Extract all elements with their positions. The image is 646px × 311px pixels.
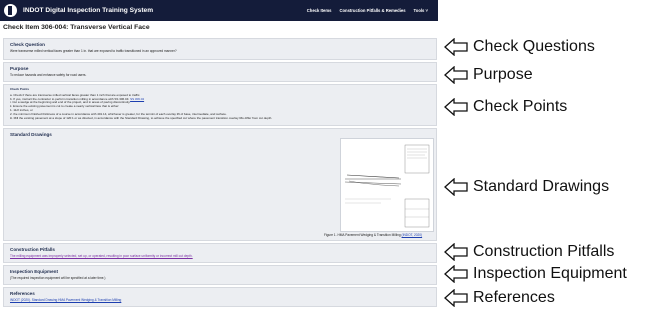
references-panel: References INDOT (2020). Standard Drawin… [3,287,437,307]
annotation-label: Inspection Equipment [473,265,627,282]
purpose-panel: Purpose To reduce hazards and enhance sa… [3,62,437,82]
annotation-check-questions: Check Questions [444,38,595,56]
inspection-equipment-title: Inspection Equipment [10,269,58,274]
drawing-caption-link[interactable]: (INDOT, 2020) [402,233,423,237]
standard-drawing-image[interactable] [340,138,434,232]
nav-construction-pitfalls[interactable]: Construction Pitfalls & Remedies [339,8,405,13]
annotation-references: References [444,289,555,307]
annotation-label: Purpose [473,66,533,83]
app-title[interactable]: INDOT Digital Inspection Training System [23,7,153,14]
left-arrow-icon [444,243,468,261]
nav-links: Check Items Construction Pitfalls & Reme… [307,8,428,13]
inspection-equipment-panel: Inspection Equipment (The required inspe… [3,265,437,285]
left-arrow-icon [444,178,468,196]
annotation-label: Check Points [473,98,568,115]
check-question-panel: Check Question Were transverse milled ve… [3,38,437,60]
standard-drawings-title: Standard Drawings [10,132,52,137]
purpose-text: To reduce hazards and enhance safety for… [10,73,87,77]
indot-logo-icon[interactable] [4,4,17,17]
annotation-label: References [473,289,555,306]
drawing-caption: Figure 1. HMA Pavement Wedging & Transit… [324,233,422,237]
check-question-title: Check Question [10,42,45,47]
left-arrow-icon [444,265,468,283]
nav-check-items[interactable]: Check Items [307,8,332,13]
check-point-item: iii. Mill the existing pavement at a slo… [10,115,273,120]
check-question-text: Were transverse milled vertical faces gr… [10,49,177,53]
annotation-purpose: Purpose [444,66,533,84]
annotation-inspection-equipment: Inspection Equipment [444,265,627,283]
construction-pitfalls-title: Construction Pitfalls [10,247,55,252]
check-points-title: Check Points [10,87,30,91]
references-title: References [10,291,35,296]
annotation-standard-drawings: Standard Drawings [444,178,609,196]
check-points-panel: Check Points a. Check if there are trans… [3,84,437,126]
left-arrow-icon [444,289,468,307]
left-arrow-icon [444,38,468,56]
purpose-title: Purpose [10,66,29,71]
left-arrow-icon [444,98,468,116]
drawing-caption-text: Figure 1. HMA Pavement Wedging & Transit… [324,233,401,237]
ss-306-04-link[interactable]: SS 306.04 [130,97,144,101]
inspection-equipment-text: (The required inspection equipment will … [10,276,106,280]
annotation-label: Standard Drawings [473,178,610,195]
annotation-construction-pitfalls: Construction Pitfalls [444,243,614,261]
construction-pitfalls-panel: Construction Pitfalls The milling equipm… [3,243,437,263]
top-nav-bar: INDOT Digital Inspection Training System… [0,0,438,21]
construction-pitfall-link[interactable]: The milling equipment was improperly sel… [10,254,430,258]
nav-tools-dropdown[interactable]: Tools ˅ [414,8,428,13]
annotation-label: Check Questions [473,38,595,55]
annotation-check-points: Check Points [444,98,567,116]
reference-link[interactable]: INDOT (2020). Standard Drawing HMA Pavem… [10,298,430,302]
left-arrow-icon [444,66,468,84]
page-title: Check Item 306-004: Transverse Vertical … [3,24,150,31]
annotation-label: Construction Pitfalls [473,243,615,260]
